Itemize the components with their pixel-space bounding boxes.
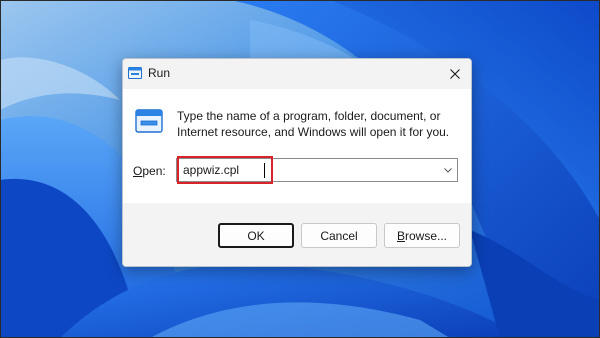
chevron-down-icon[interactable] (441, 163, 455, 177)
browse-label-rest: rowse... (405, 228, 448, 243)
dialog-footer: OK Cancel Browse... (123, 203, 471, 266)
text-caret (264, 163, 265, 178)
title-bar: Run (123, 59, 471, 89)
run-icon (135, 109, 163, 133)
open-label: Open: (133, 164, 166, 178)
dialog-title: Run (148, 66, 171, 80)
open-combobox[interactable] (176, 158, 458, 182)
dialog-content: Type the name of a program, folder, docu… (123, 89, 471, 203)
close-icon (450, 69, 460, 79)
command-input[interactable] (183, 162, 423, 178)
browse-button[interactable]: Browse... (384, 223, 460, 248)
ok-button[interactable]: OK (218, 223, 294, 248)
open-label-rest: pen: (142, 164, 166, 178)
close-button[interactable] (441, 61, 469, 87)
browse-accel: B (396, 228, 405, 243)
open-label-accel: O (133, 164, 143, 178)
run-dialog: Run Type the name of a program, folder, … (122, 58, 472, 267)
dialog-description: Type the name of a program, folder, docu… (177, 109, 450, 139)
desktop: Run Type the name of a program, folder, … (0, 0, 600, 338)
run-icon (128, 67, 142, 79)
cancel-button[interactable]: Cancel (301, 223, 377, 248)
